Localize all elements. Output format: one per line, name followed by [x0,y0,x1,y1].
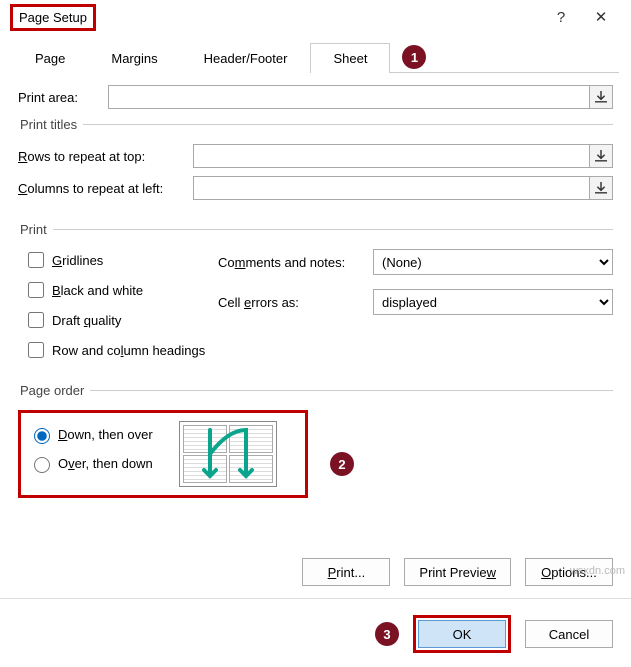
down-over-label: Down, then over [58,427,153,442]
tab-page[interactable]: Page [12,43,88,73]
cancel-button[interactable]: Cancel [525,620,613,648]
bw-checkbox-row[interactable]: Black and white [24,279,218,301]
page-order-legend: Page order [18,383,90,398]
comments-label: Comments and notes: [218,255,373,270]
comments-select[interactable]: (None) [373,249,613,275]
titlebar: Page Setup ? ✕ [0,0,631,34]
print-titles-legend: Print titles [18,117,83,132]
button-bar-upper: Print... Print Preview Options... [0,548,631,592]
draft-label: Draft quality [52,313,121,328]
tab-header-footer[interactable]: Header/Footer [181,43,311,73]
tab-strip: Page Margins Header/Footer Sheet 1 [12,42,619,73]
print-group: Print Gridlines Black and white Draft qu… [18,222,613,369]
tab-margins[interactable]: Margins [88,43,180,73]
down-over-radio[interactable] [34,428,50,444]
rowcol-checkbox[interactable] [28,342,44,358]
rows-repeat-label: RRows to repeat at top:ows to repeat at … [18,149,193,164]
over-down-radio[interactable] [34,457,50,473]
tab-sheet[interactable]: Sheet [310,43,390,73]
page-order-group: Page order Down, then over Over, then do… [18,383,613,522]
bw-label: Black and white [52,283,143,298]
print-area-row: Print area: [18,85,613,109]
print-area-input[interactable] [108,85,613,109]
print-titles-group: Print titles RRows to repeat at top:ows … [18,117,613,208]
dialog-body: Print area: Print titles RRows to repeat… [0,73,631,548]
gridlines-checkbox[interactable] [28,252,44,268]
page-order-arrow-icon [200,426,260,484]
print-preview-button[interactable]: Print Preview [404,558,511,586]
print-legend: Print [18,222,53,237]
draft-checkbox[interactable] [28,312,44,328]
callout-3: 3 [375,622,399,646]
page-order-preview [179,421,277,487]
collapse-dialog-icon [595,150,607,162]
down-over-radio-row[interactable]: Down, then over [29,425,179,444]
print-area-label: Print area: [18,90,108,105]
button-bar-lower: 3 OK Cancel [0,605,631,667]
print-area-ref-button[interactable] [589,85,613,109]
dialog-title: Page Setup [10,4,96,31]
print-button[interactable]: Print... [302,558,390,586]
errors-select[interactable]: displayed [373,289,613,315]
rowcol-checkbox-row[interactable]: Row and column headings [24,339,218,361]
collapse-dialog-icon [595,91,607,103]
cols-repeat-label: Columns to repeat at left: [18,181,193,196]
collapse-dialog-icon [595,182,607,194]
draft-checkbox-row[interactable]: Draft quality [24,309,218,331]
gridlines-label: Gridlines [52,253,103,268]
rows-repeat-ref-button[interactable] [589,144,613,168]
callout-2: 2 [330,452,354,476]
bw-checkbox[interactable] [28,282,44,298]
watermark: wsxdn.com [570,565,625,577]
rowcol-label: Row and column headings [52,343,205,358]
ok-button[interactable]: OK [418,620,506,648]
callout-1: 1 [402,45,426,69]
rows-repeat-input[interactable] [193,144,613,168]
gridlines-checkbox-row[interactable]: Gridlines [24,249,218,271]
close-button[interactable]: ✕ [581,8,621,26]
cols-repeat-input[interactable] [193,176,613,200]
errors-label: Cell errors as: [218,295,373,310]
cols-repeat-ref-button[interactable] [589,176,613,200]
over-down-label: Over, then down [58,456,153,471]
help-button[interactable]: ? [541,9,581,26]
over-down-radio-row[interactable]: Over, then down [29,454,179,473]
